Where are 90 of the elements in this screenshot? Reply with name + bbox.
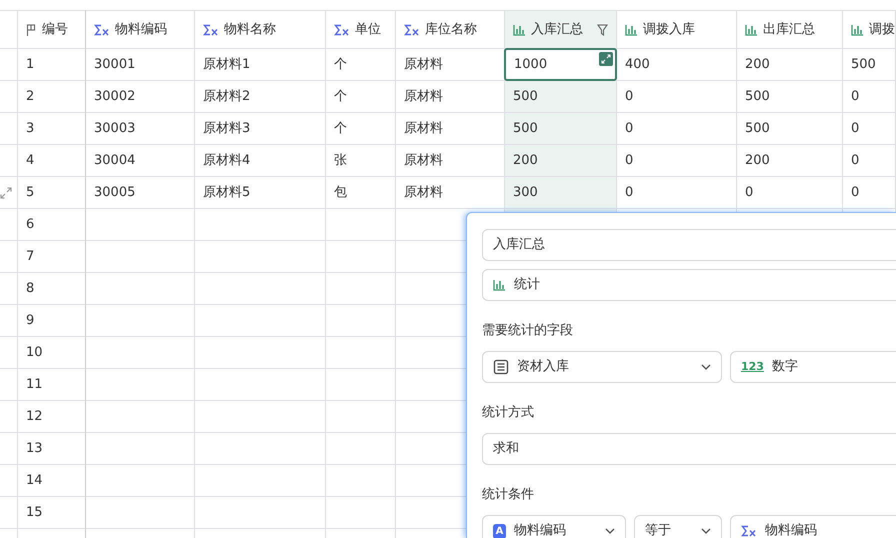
table-cell: 300: [505, 177, 617, 209]
table-cell: 个: [326, 49, 396, 81]
chevron-down-icon: [605, 528, 615, 534]
formula-icon: [741, 525, 757, 537]
table-cell: 原材料2: [195, 81, 326, 113]
table-cell: 500: [505, 113, 617, 145]
table-cell: 原材料1: [195, 49, 326, 81]
table-cell: 30005: [86, 177, 195, 209]
row-number: 12: [18, 401, 86, 433]
row-number: 11: [18, 369, 86, 401]
chevron-down-icon: [701, 364, 711, 370]
row-number: 7: [18, 241, 86, 273]
formula-icon: [94, 24, 110, 36]
table-cell: 包: [326, 177, 396, 209]
table-cell: 500: [737, 81, 843, 113]
table-cell: 500: [737, 113, 843, 145]
column-header[interactable]: 出库汇总: [737, 10, 843, 49]
table-cell: 0: [843, 113, 896, 145]
table-cell: 400: [617, 49, 737, 81]
empty-cell: [326, 209, 396, 241]
row-number: 2: [18, 81, 86, 113]
column-header[interactable]: 入库汇总: [505, 10, 617, 49]
table-cell: 0: [617, 177, 737, 209]
table-cell: 0: [617, 145, 737, 177]
table-cell: 30004: [86, 145, 195, 177]
expand-icon[interactable]: [599, 52, 613, 66]
table-cell: 30002: [86, 81, 195, 113]
row-number: 6: [18, 209, 86, 241]
column-header[interactable]: 调拨入库: [617, 10, 737, 49]
column-header[interactable]: 调拨: [843, 10, 896, 49]
formula-icon: [404, 24, 420, 36]
table-cell: 0: [843, 177, 896, 209]
input-field[interactable]: 求和: [482, 433, 896, 465]
row-number: 1: [18, 49, 86, 81]
field-type-dropdown[interactable]: 统计: [482, 269, 896, 301]
number-icon: 123: [741, 358, 764, 376]
value-field[interactable]: 123 数字: [730, 351, 896, 383]
formula-icon: [334, 24, 350, 36]
section-label: 需要统计的字段: [482, 322, 574, 340]
table-cell: 30001: [86, 49, 195, 81]
row-number: 5: [18, 177, 86, 209]
table-cell: 个: [326, 81, 396, 113]
bar-chart-icon: [625, 24, 638, 36]
table-icon: [493, 359, 509, 375]
row-number: 9: [18, 305, 86, 337]
table-cell: 原材料3: [195, 113, 326, 145]
section-label: 统计方式: [482, 404, 535, 422]
input-field[interactable]: 入库汇总: [482, 229, 896, 261]
letter-icon: A: [493, 524, 506, 538]
dropdown[interactable]: 资材入库: [482, 351, 722, 383]
table-cell: 200: [505, 145, 617, 177]
flag-icon: [26, 24, 37, 36]
column-header[interactable]: 编号: [18, 10, 86, 49]
table-cell: 0: [843, 145, 896, 177]
row-number: 13: [18, 433, 86, 465]
table-cell: 原材料4: [195, 145, 326, 177]
row-number: 14: [18, 465, 86, 497]
table-cell: 0: [617, 113, 737, 145]
table-cell: 500: [843, 49, 896, 81]
row-number: 10: [18, 337, 86, 369]
row-number: 8: [18, 273, 86, 305]
table-cell: 30003: [86, 113, 195, 145]
table-cell: 张: [326, 145, 396, 177]
table-cell: 0: [843, 81, 896, 113]
chevron-down-icon: [701, 528, 711, 534]
bar-chart-icon: [745, 24, 758, 36]
table-cell: 0: [737, 177, 843, 209]
dropdown[interactable]: 等于: [634, 515, 722, 538]
row-number: 3: [18, 113, 86, 145]
formula-icon: [203, 24, 219, 36]
column-header[interactable]: 物料编码: [86, 10, 195, 49]
active-cell[interactable]: 1000: [504, 48, 617, 81]
bar-chart-icon: [493, 279, 506, 291]
dropdown[interactable]: A 物料编码: [482, 515, 626, 538]
bar-chart-icon: [851, 24, 864, 36]
section-label: 统计条件: [482, 486, 535, 504]
value-field[interactable]: 物料编码: [730, 515, 896, 538]
table-cell: 0: [617, 81, 737, 113]
row-number: 15: [18, 497, 86, 529]
table-cell: 200: [737, 145, 843, 177]
column-header[interactable]: 单位: [326, 10, 396, 49]
bar-chart-icon: [513, 24, 526, 36]
table-cell: 个: [326, 113, 396, 145]
table-cell: 500: [505, 81, 617, 113]
expand-icon[interactable]: [0, 186, 12, 198]
table-cell: 原材料5: [195, 177, 326, 209]
column-header[interactable]: 物料名称: [195, 10, 326, 49]
table-cell: 200: [737, 49, 843, 81]
header-corner-cell: [0, 10, 18, 49]
row-number: 4: [18, 145, 86, 177]
